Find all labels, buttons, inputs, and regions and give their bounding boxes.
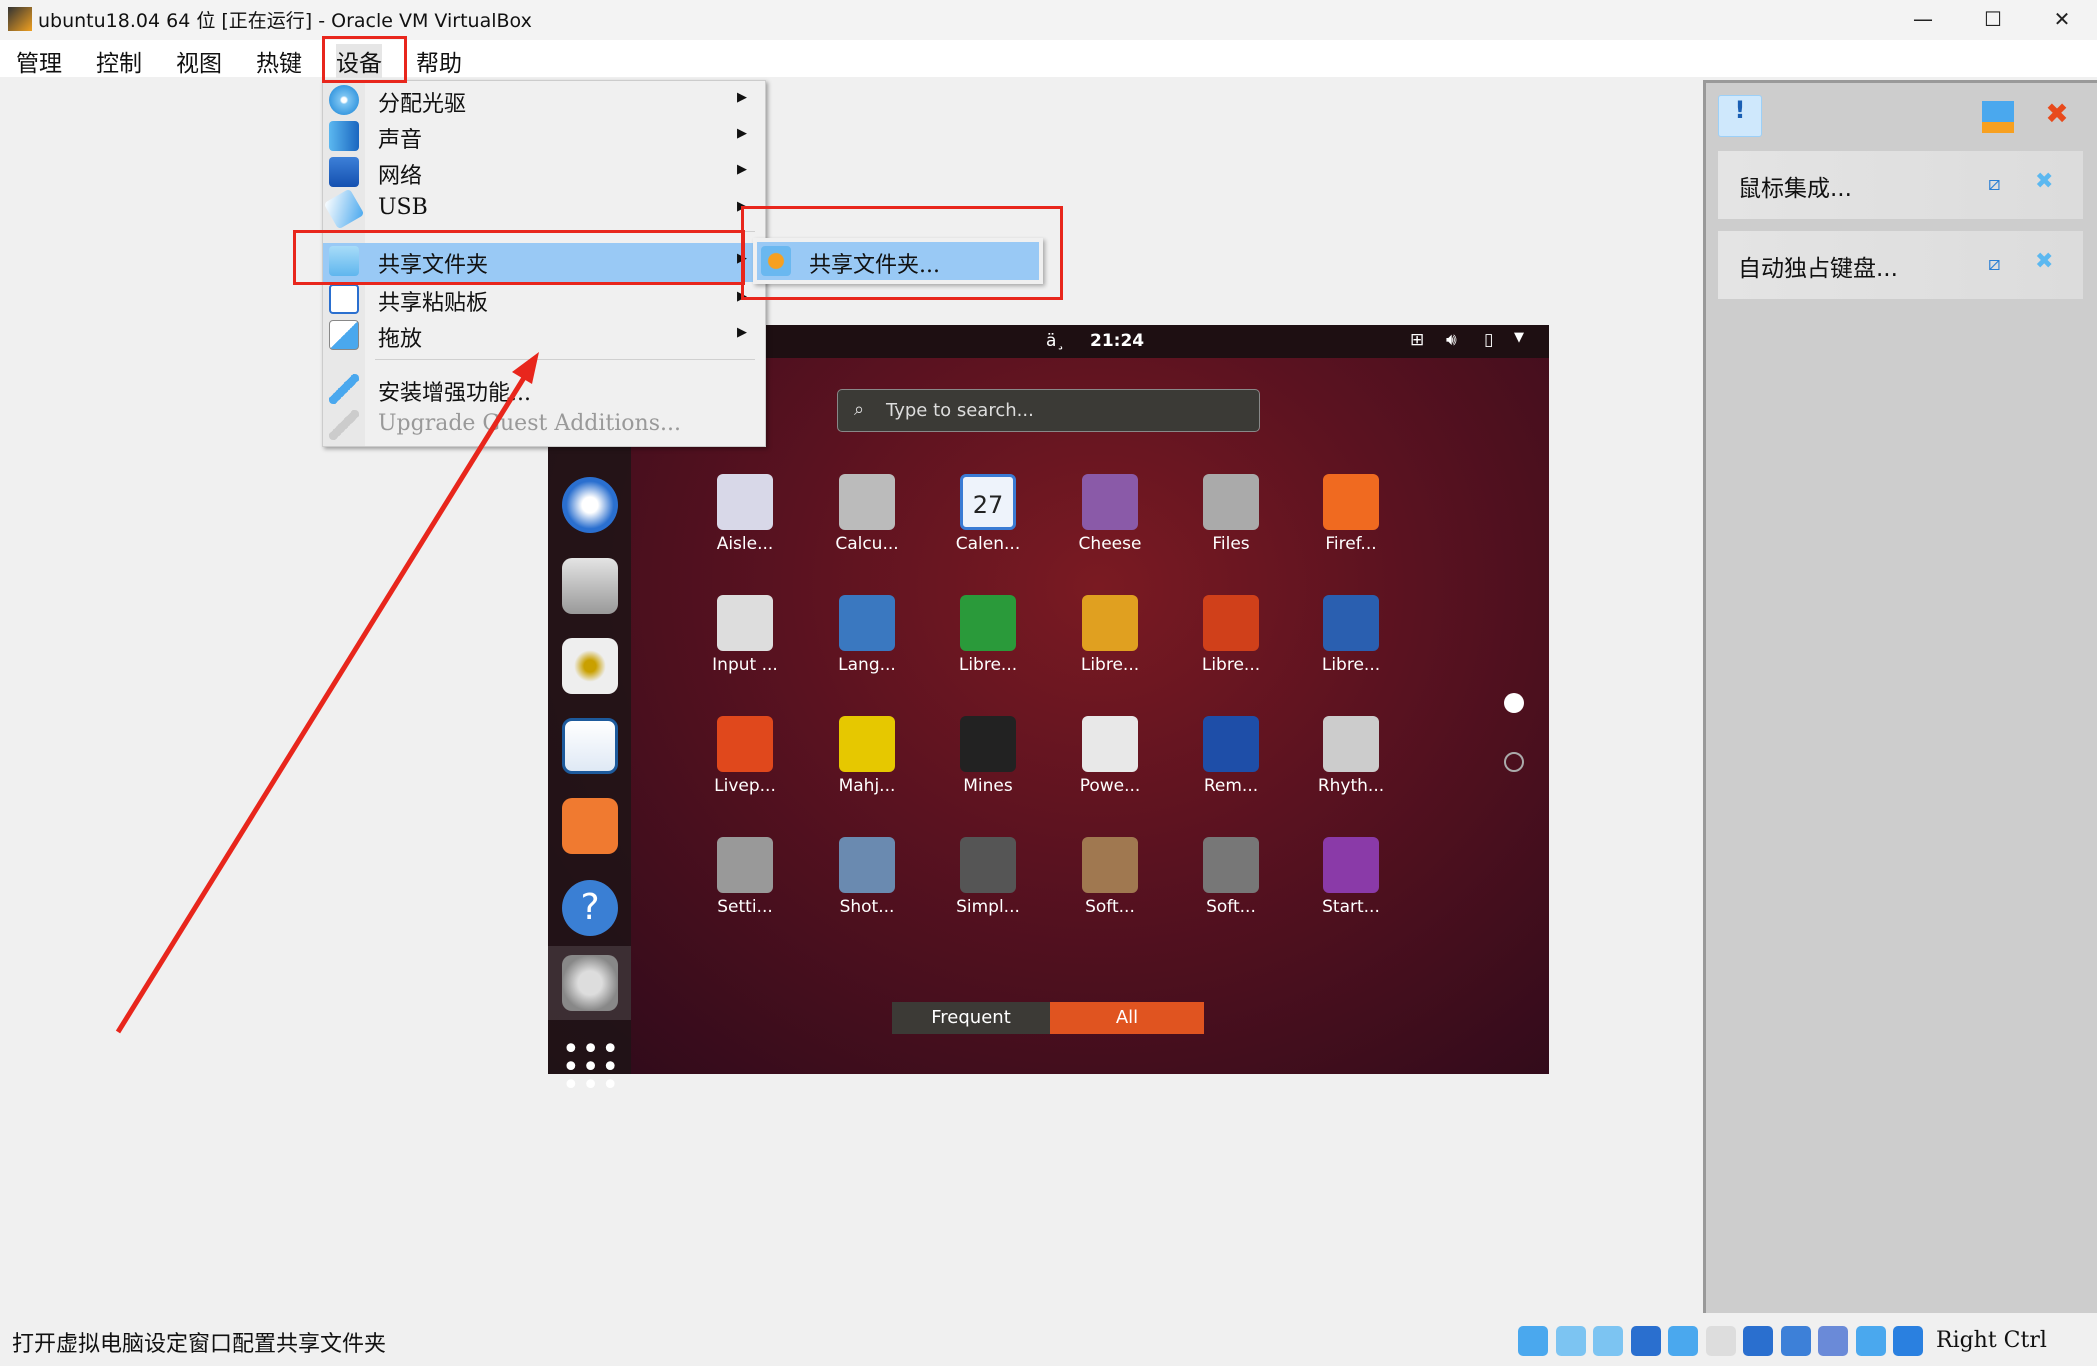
host-key-label: Right Ctrl (1936, 1328, 2047, 1353)
network-icon[interactable] (1630, 1326, 1661, 1356)
mute-notification-icon[interactable]: ⧄ (1988, 171, 2001, 195)
dismiss-all-icon[interactable]: ✖ (2039, 97, 2075, 133)
keyboard-capture-icon[interactable] (1893, 1326, 1923, 1356)
notification-center: ! ✖ 鼠标集成... ⧄ ✖ 自动独占键盘... ⧄ ✖ (1703, 80, 2097, 1313)
notification-mouse-integration[interactable]: 鼠标集成... ⧄ ✖ (1718, 151, 2083, 219)
recording-icon[interactable] (1780, 1326, 1811, 1356)
notification-center-icon[interactable]: ! (1718, 95, 1762, 137)
sort-notifications-icon[interactable] (1982, 101, 2014, 133)
mute-notification-icon[interactable]: ⧄ (1988, 251, 2001, 275)
status-text: 打开虚拟电脑设定窗口配置共享文件夹 (12, 1332, 387, 1357)
hard-disk-icon[interactable] (1518, 1326, 1548, 1356)
optical-drive-icon[interactable] (1555, 1326, 1586, 1356)
notification-keyboard-capture[interactable]: 自动独占键盘... ⧄ ✖ (1718, 231, 2083, 299)
close-notification-icon[interactable]: ✖ (2035, 169, 2053, 194)
shared-folders-icon[interactable] (1705, 1326, 1736, 1356)
usb-icon[interactable] (1668, 1326, 1698, 1356)
close-notification-icon[interactable]: ✖ (2035, 249, 2053, 274)
display-icon[interactable] (1743, 1326, 1773, 1356)
audio-icon[interactable] (1593, 1326, 1623, 1356)
mouse-integration-icon[interactable] (1855, 1326, 1886, 1356)
virtualization-icon[interactable] (1818, 1326, 1848, 1356)
